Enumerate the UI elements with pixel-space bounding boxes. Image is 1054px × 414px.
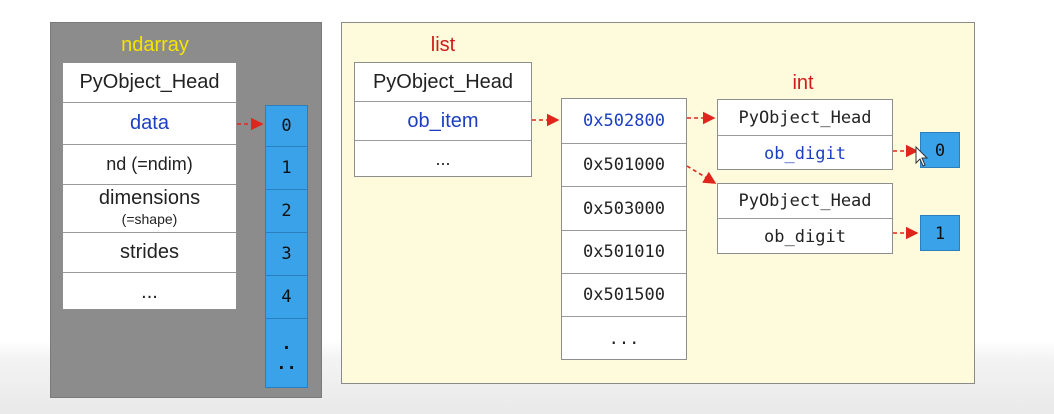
pointer-arrows [237, 111, 929, 240]
mouse-cursor-icon [915, 145, 929, 167]
arrow-addr1-to-int1 [686, 165, 717, 184]
